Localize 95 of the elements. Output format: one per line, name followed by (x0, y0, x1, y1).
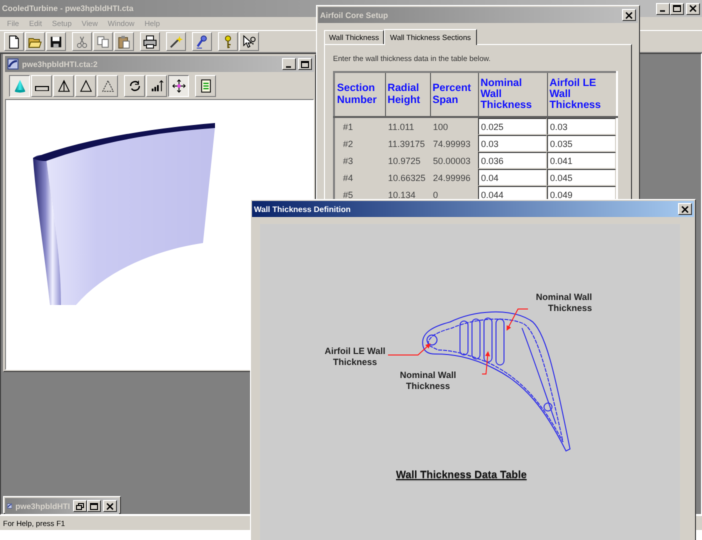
callout-label: Airfoil LE Wall Thickness (324, 346, 386, 368)
input-field[interactable]: 0.035 (547, 135, 616, 152)
scissors-icon (75, 34, 89, 48)
table-cell-text: 10.134 (387, 190, 416, 200)
input-field[interactable]: 0.041 (547, 152, 616, 169)
close-button[interactable] (103, 500, 117, 512)
maximize-button[interactable] (298, 58, 312, 70)
cone-icon (12, 78, 26, 92)
help-icon (242, 34, 256, 48)
leader-line (388, 343, 431, 356)
shaded-view-button[interactable] (9, 74, 30, 96)
copy-button[interactable] (93, 32, 113, 51)
restore-button[interactable] (73, 500, 87, 512)
wireframe-button[interactable] (53, 74, 74, 96)
maximize-icon (301, 60, 309, 68)
window-title: CooledTurbine - pwe3hpbldHTI.cta (2, 4, 134, 13)
column-header: Section Number (334, 72, 385, 117)
leader-line (482, 351, 490, 374)
table-cell-text: #3 (342, 156, 354, 166)
table-cell-text: 11.39175 (387, 138, 425, 148)
copy-icon (96, 34, 110, 48)
maximize-button[interactable] (670, 2, 684, 14)
maximize-icon (90, 502, 98, 510)
callout-label: Nominal Wall Thickness (534, 292, 592, 314)
save-button[interactable] (46, 32, 66, 51)
table-cell-text: 74.99993 (432, 138, 471, 148)
table-cell-text: #4 (342, 172, 354, 182)
floppy-icon (49, 34, 63, 48)
key-button[interactable] (218, 32, 238, 51)
paste-button[interactable] (114, 32, 134, 51)
window-title: Wall Thickness Definition (254, 204, 352, 214)
table-cell-text: 24.99996 (432, 172, 471, 182)
input-field[interactable]: 0.03 (547, 118, 616, 135)
help-button[interactable] (239, 32, 259, 51)
app-icon (7, 58, 19, 70)
bar-chart-icon (150, 78, 164, 92)
clipboard-icon (117, 34, 131, 48)
window-title: pwe3hpbldHTI (15, 502, 70, 510)
maximize-button[interactable] (87, 500, 101, 512)
window-title: pwe3hpbldHTI.cta:2 (22, 60, 99, 68)
wireframe-button[interactable] (97, 74, 118, 96)
cut-button[interactable] (72, 32, 92, 51)
table-cell-text: 11.011 (387, 122, 414, 132)
table-cell-text: 10.9725 (387, 156, 421, 166)
table-cell-text: 0 (432, 190, 438, 200)
new-button[interactable] (4, 32, 24, 51)
triangle-icon (78, 78, 92, 92)
move-icon (172, 78, 186, 92)
triangle-icon (56, 78, 70, 92)
leader-line (506, 308, 528, 331)
wand-button[interactable] (166, 32, 186, 51)
maximize-icon (673, 5, 681, 12)
table-cell-text: #2 (342, 138, 354, 148)
close-button[interactable] (622, 9, 636, 21)
input-field[interactable]: 0.036 (478, 152, 547, 169)
chart-button[interactable] (146, 74, 167, 96)
close-icon (625, 12, 633, 18)
page-icon (7, 34, 21, 48)
table-cell-text: 10.66325 (387, 172, 426, 182)
flat-view-button[interactable] (31, 74, 52, 96)
table-cell-text: 50.00003 (432, 156, 471, 166)
table-cell-text: #5 (342, 190, 354, 200)
minimize-button[interactable] (282, 58, 296, 70)
close-icon (681, 206, 689, 212)
open-button[interactable] (25, 32, 45, 51)
input-field[interactable]: 0.025 (478, 118, 547, 135)
wireframe-button[interactable] (75, 74, 96, 96)
notebook-icon (198, 78, 212, 92)
probe-icon (195, 34, 209, 48)
input-field[interactable]: 0.03 (478, 135, 547, 152)
notes-button[interactable] (195, 74, 216, 96)
rectangle-icon (34, 86, 48, 92)
rotate-button[interactable] (124, 74, 145, 96)
close-button[interactable] (686, 2, 700, 14)
column-header: Radial Height (385, 72, 430, 117)
column-header: Percent Span (430, 72, 478, 117)
triangle-icon (100, 78, 114, 92)
wand-icon (169, 34, 183, 48)
printer-icon (143, 34, 157, 48)
restore-icon (76, 502, 84, 510)
close-icon (106, 502, 114, 510)
print-button[interactable] (140, 32, 160, 51)
data-table-link[interactable]: Wall Thickness Data Table (396, 469, 527, 481)
rotate-icon (128, 78, 142, 92)
close-icon (689, 5, 697, 12)
move-button[interactable] (168, 74, 189, 96)
table-cell-text: #1 (342, 122, 354, 132)
table-cell-text: 100 (432, 122, 448, 132)
input-field[interactable]: 0.04 (478, 169, 547, 186)
probe-button[interactable] (192, 32, 212, 51)
window-title: Airfoil Core Setup (320, 10, 390, 20)
input-field[interactable]: 0.045 (547, 169, 616, 186)
callout-label: Nominal Wall Thickness (398, 370, 458, 392)
close-button[interactable] (678, 203, 692, 215)
minimize-button[interactable] (656, 2, 670, 14)
